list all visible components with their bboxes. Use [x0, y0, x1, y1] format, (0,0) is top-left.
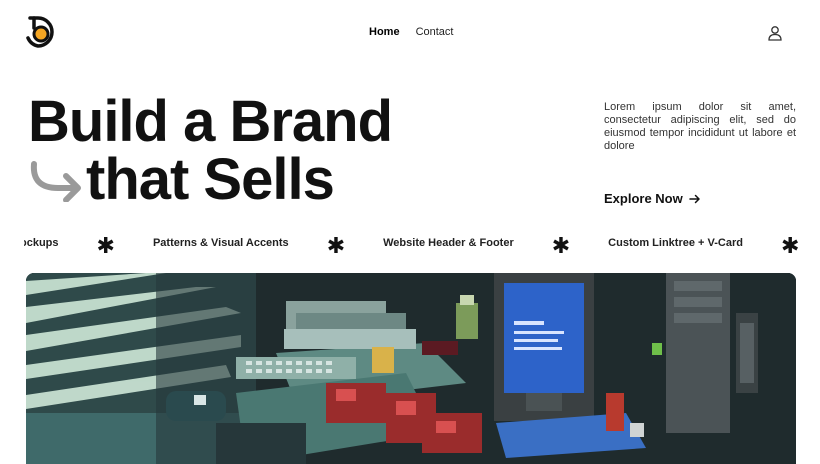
marquee-item: ockups [24, 237, 59, 249]
explore-now-button[interactable]: Explore Now [604, 191, 701, 206]
hero-title: Build a Brand that Sells [28, 89, 393, 209]
marquee-track: ockups ✱ Patterns & Visual Accents ✱ Web… [24, 233, 800, 256]
user-icon[interactable] [766, 24, 784, 42]
explore-now-label: Explore Now [604, 191, 683, 206]
marquee-item: Custom Linktree + V-Card [608, 237, 743, 249]
hero-title-line2: that Sells [86, 147, 335, 212]
asterisk-icon: ✱ [96, 233, 115, 256]
services-marquee: ockups ✱ Patterns & Visual Accents ✱ Web… [24, 233, 800, 256]
nav-home-link[interactable]: Home [369, 26, 400, 38]
arrow-right-icon [689, 194, 700, 203]
site-header: Home Contact [0, 0, 820, 66]
curved-arrow-icon [30, 161, 81, 202]
hero-title-line2-wrap: that Sells [28, 151, 392, 209]
asterisk-icon: ✱ [551, 233, 571, 256]
nav-contact-link[interactable]: Contact [416, 26, 454, 38]
marquee-item: Website Header & Footer [383, 237, 514, 249]
hero-pixel-art-image [26, 273, 796, 464]
d-logo-icon[interactable] [24, 14, 60, 50]
hero-title-line1: Build a Brand [28, 89, 393, 154]
pixel-desk-illustration [26, 273, 796, 464]
marquee-item: Patterns & Visual Accents [152, 237, 289, 249]
asterisk-icon: ✱ [780, 233, 800, 256]
hero-description: Lorem ipsum dolor sit amet, consectetur … [604, 101, 796, 152]
main-nav: Home Contact [369, 26, 453, 38]
asterisk-icon: ✱ [326, 233, 346, 256]
